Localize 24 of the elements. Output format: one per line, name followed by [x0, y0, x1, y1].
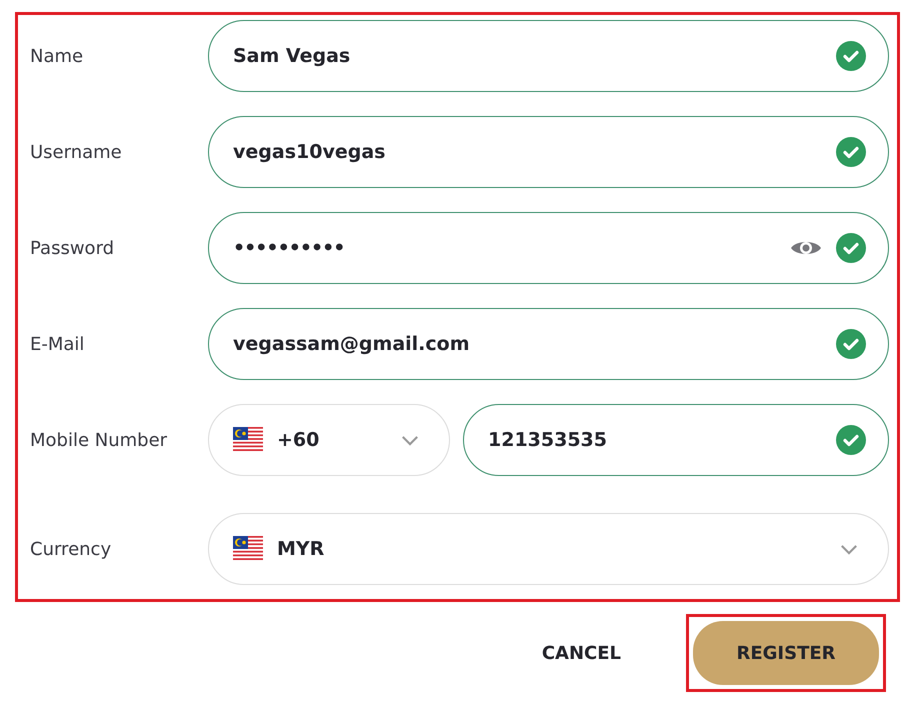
country-code-dropdown[interactable]: +60	[208, 404, 450, 476]
field-label: Name	[30, 46, 84, 66]
field-label: Username	[30, 142, 123, 162]
password-field[interactable]: ••••••••••	[208, 212, 889, 284]
field-label: Mobile Number	[30, 430, 168, 450]
flag-icon	[233, 427, 263, 453]
check-icon	[836, 425, 866, 455]
cancel-button[interactable]: CANCEL	[542, 632, 621, 674]
register-button[interactable]: REGISTER	[693, 621, 879, 685]
input-field[interactable]: 121353535	[463, 404, 889, 476]
field-label: Currency	[30, 538, 112, 560]
check-icon	[836, 233, 866, 263]
field-label: E-Mail	[30, 334, 86, 354]
chevron-down-icon	[401, 434, 419, 446]
flag-icon	[233, 536, 263, 562]
input-field[interactable]: Sam Vegas	[208, 20, 889, 92]
input-field[interactable]: vegas10vegas	[208, 116, 889, 188]
input-field[interactable]: vegassam@gmail.com	[208, 308, 889, 380]
currency-dropdown[interactable]: MYR	[208, 513, 889, 585]
field-label: Password	[30, 238, 116, 258]
chevron-down-icon	[840, 544, 858, 554]
check-icon	[836, 329, 866, 359]
check-icon	[836, 41, 866, 71]
check-icon	[836, 137, 866, 167]
